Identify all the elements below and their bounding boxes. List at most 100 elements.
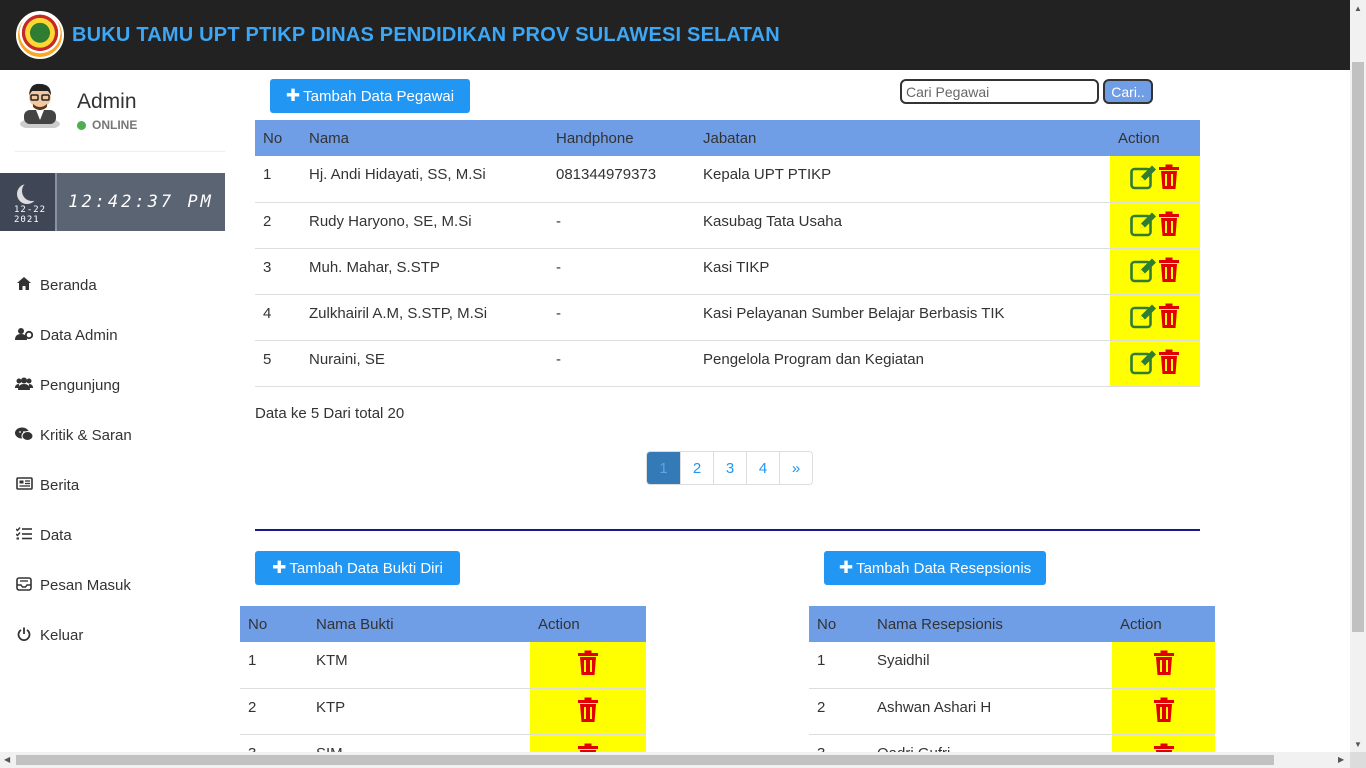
edit-icon[interactable] bbox=[1130, 164, 1158, 194]
clock-date-day: 12-22 bbox=[14, 205, 47, 215]
col-handphone: Handphone bbox=[548, 120, 695, 156]
trash-icon[interactable] bbox=[1153, 650, 1175, 680]
trash-icon[interactable] bbox=[1158, 164, 1180, 194]
online-dot-icon bbox=[77, 120, 86, 130]
cell-action bbox=[1110, 294, 1200, 341]
sidebar-item-label: Keluar bbox=[40, 626, 84, 644]
add-pegawai-label: Tambah Data Pegawai bbox=[303, 87, 455, 105]
add-resepsionis-button[interactable]: ✚ Tambah Data Resepsionis bbox=[824, 551, 1046, 585]
col-no: No bbox=[240, 606, 308, 642]
cell-jabatan: Kasi Pelayanan Sumber Belajar Berbasis T… bbox=[695, 294, 1110, 341]
cell-handphone: 081344979373 bbox=[548, 156, 695, 203]
sidebar-nav: Beranda Data Admin Pengunjung Kritik & S… bbox=[0, 260, 225, 660]
cell-handphone: - bbox=[548, 340, 695, 387]
sidebar-item-berita[interactable]: Berita bbox=[0, 460, 225, 510]
table-header-row: No Nama Handphone Jabatan Action bbox=[255, 120, 1200, 156]
table-row: 5 Nuraini, SE - Pengelola Program dan Kegia… bbox=[255, 340, 1200, 387]
table-row: 1 KTM bbox=[240, 642, 646, 689]
cell-nama: Rudy Haryono, SE, M.Si bbox=[301, 202, 548, 249]
search-pegawai-input[interactable] bbox=[900, 79, 1099, 104]
sidebar-item-label: Data bbox=[40, 526, 72, 544]
page-1[interactable]: 1 bbox=[647, 452, 680, 484]
cell-nama: Nuraini, SE bbox=[301, 340, 548, 387]
edit-icon[interactable] bbox=[1130, 303, 1158, 333]
plus-icon: ✚ bbox=[272, 558, 287, 577]
moon-icon bbox=[22, 181, 42, 201]
scroll-up-icon[interactable]: ▲ bbox=[1354, 4, 1362, 13]
user-name: Admin bbox=[77, 90, 137, 113]
province-logo bbox=[16, 11, 64, 59]
home-icon bbox=[15, 277, 33, 293]
page-4[interactable]: 4 bbox=[746, 452, 779, 484]
wechat-icon bbox=[15, 427, 34, 444]
plus-icon: ✚ bbox=[285, 86, 301, 105]
clock-widget: 12-22 2021 12:42:37 PM bbox=[0, 173, 225, 231]
users-cog-icon bbox=[15, 327, 34, 343]
search-button[interactable]: Cari.. bbox=[1103, 79, 1153, 104]
cell-no: 1 bbox=[255, 156, 301, 203]
users-icon bbox=[15, 377, 33, 393]
sidebar-item-data-admin[interactable]: Data Admin bbox=[0, 310, 225, 360]
cell-handphone: - bbox=[548, 248, 695, 295]
app-title: BUKU TAMU UPT PTIKP DINAS PENDIDIKAN PRO… bbox=[72, 23, 780, 46]
top-header: BUKU TAMU UPT PTIKP DINAS PENDIDIKAN PRO… bbox=[0, 0, 1350, 70]
table-row: 2 Ashwan Ashari H bbox=[809, 688, 1215, 735]
table-row: 2 KTP bbox=[240, 688, 646, 735]
cell-jabatan: Kasi TIKP bbox=[695, 248, 1110, 295]
sidebar-item-beranda[interactable]: Beranda bbox=[0, 260, 225, 310]
bukti-table: No Nama Bukti Action 1KTM2KTP3SIM bbox=[240, 606, 646, 768]
clock-date-panel: 12-22 2021 bbox=[0, 173, 57, 231]
cell-no: 4 bbox=[255, 294, 301, 341]
trash-icon[interactable] bbox=[1158, 257, 1180, 287]
page-3[interactable]: 3 bbox=[713, 452, 746, 484]
col-action: Action bbox=[530, 606, 646, 642]
sidebar-item-data[interactable]: Data bbox=[0, 510, 225, 560]
page-next[interactable]: » bbox=[779, 452, 812, 484]
user-status: ONLINE bbox=[77, 118, 137, 132]
clock-date: 12-22 2021 bbox=[14, 205, 46, 225]
horizontal-scroll-thumb[interactable] bbox=[16, 755, 1274, 765]
scroll-right-icon[interactable]: ▶ bbox=[1338, 755, 1344, 764]
trash-icon[interactable] bbox=[1158, 349, 1180, 379]
trash-icon[interactable] bbox=[1158, 211, 1180, 241]
col-nama: Nama bbox=[301, 120, 548, 156]
scrollbar-corner bbox=[1350, 752, 1366, 768]
cell-nama: Syaidhil bbox=[869, 642, 1112, 689]
sidebar-item-kritik-saran[interactable]: Kritik & Saran bbox=[0, 410, 225, 460]
table-row: 2 Rudy Haryono, SE, M.Si - Kasubag Tata Usa… bbox=[255, 202, 1200, 249]
vertical-scroll-thumb[interactable] bbox=[1352, 62, 1364, 632]
add-bukti-button[interactable]: ✚ Tambah Data Bukti Diri bbox=[255, 551, 460, 585]
edit-icon[interactable] bbox=[1130, 257, 1158, 287]
list-check-icon bbox=[15, 527, 33, 543]
col-nama-bukti: Nama Bukti bbox=[308, 606, 530, 642]
cell-action bbox=[530, 642, 646, 689]
edit-icon[interactable] bbox=[1130, 349, 1158, 379]
scroll-down-icon[interactable]: ▼ bbox=[1354, 740, 1362, 749]
trash-icon[interactable] bbox=[1158, 303, 1180, 333]
cell-handphone: - bbox=[548, 294, 695, 341]
sidebar-item-label: Pesan Masuk bbox=[40, 576, 131, 594]
trash-icon[interactable] bbox=[577, 697, 599, 727]
sidebar-item-label: Berita bbox=[40, 476, 80, 494]
sidebar-item-label: Data Admin bbox=[40, 326, 118, 344]
sidebar-item-keluar[interactable]: Keluar bbox=[0, 610, 225, 660]
sidebar-item-pengunjung[interactable]: Pengunjung bbox=[0, 360, 225, 410]
col-no: No bbox=[809, 606, 869, 642]
scroll-left-icon[interactable]: ◀ bbox=[4, 755, 10, 764]
sidebar-item-pesan-masuk[interactable]: Pesan Masuk bbox=[0, 560, 225, 610]
add-pegawai-button[interactable]: ✚ Tambah Data Pegawai bbox=[270, 79, 470, 113]
cell-action bbox=[1110, 340, 1200, 387]
table-row: 1 Syaidhil bbox=[809, 642, 1215, 689]
section-divider bbox=[255, 529, 1200, 531]
edit-icon[interactable] bbox=[1130, 211, 1158, 241]
cell-no: 2 bbox=[809, 688, 869, 735]
col-jabatan: Jabatan bbox=[695, 120, 1110, 156]
trash-icon[interactable] bbox=[577, 650, 599, 680]
plus-icon: ✚ bbox=[838, 558, 854, 577]
table-row: 4 Zulkhairil A.M, S.STP, M.Si - Kasi Pelaya… bbox=[255, 294, 1200, 341]
col-action: Action bbox=[1112, 606, 1215, 642]
trash-icon[interactable] bbox=[1153, 697, 1175, 727]
pagination: 1 2 3 4 » bbox=[646, 451, 813, 485]
page-2[interactable]: 2 bbox=[680, 452, 713, 484]
cell-action bbox=[1112, 688, 1215, 735]
